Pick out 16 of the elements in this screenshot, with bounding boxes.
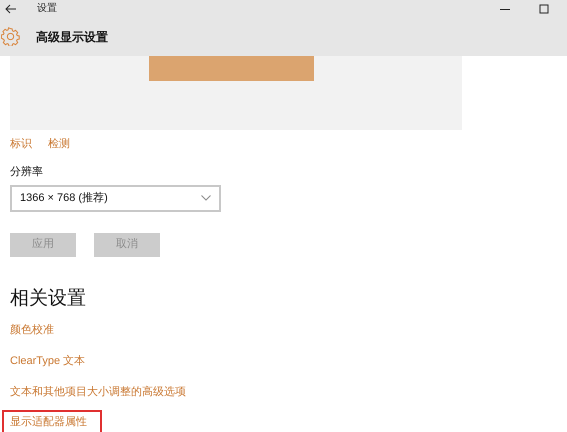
maximize-icon[interactable]	[539, 4, 549, 14]
link[interactable]: 显示适配器属性	[10, 414, 87, 431]
back-icon[interactable]	[5, 4, 16, 14]
monitor-tile[interactable]	[148, 56, 314, 81]
page-title: 高级显示设置	[36, 28, 108, 46]
link[interactable]: 检测	[48, 136, 70, 152]
settings-icon	[1, 27, 20, 46]
link[interactable]: ClearType 文本	[10, 352, 86, 370]
resolution-label: 分辨率	[10, 164, 44, 180]
link[interactable]: 颜色校准	[10, 322, 54, 338]
resolution-dropdown[interactable]: 1366 × 768 (推荐)	[10, 184, 221, 212]
window-title: 设置	[37, 2, 57, 16]
link[interactable]: 标识	[10, 136, 32, 152]
link[interactable]: 文本和其他项目大小调整的高级选项	[10, 384, 186, 400]
chevron-down-icon	[201, 195, 211, 201]
section-heading: 相关设置	[10, 286, 87, 310]
